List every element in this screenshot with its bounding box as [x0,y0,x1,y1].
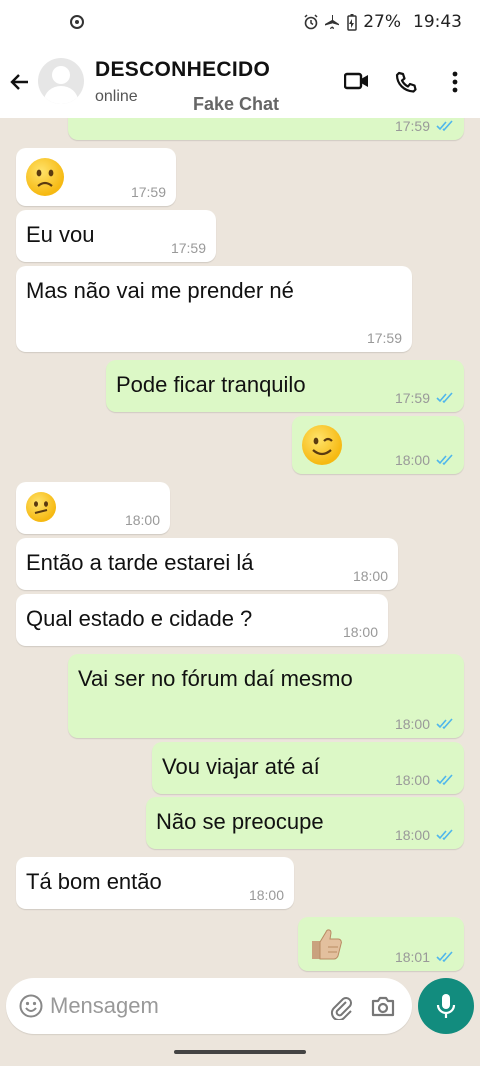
chat-header: DESCONHECIDO online Fake Chat [0,46,480,118]
message-time: 17:59 [130,184,166,200]
message-time: 18:00 [124,512,160,528]
alarm-icon [304,14,318,30]
status-indicators: 27% 19:43 [303,12,462,32]
message-text: Mas não vai me prender né [26,278,294,303]
message-bubble-incoming[interactable]: Tá bom então 18:00 [16,857,294,909]
message-bubble-outgoing[interactable]: 17:59 [68,118,464,140]
read-ticks-icon [436,120,453,132]
message-bubble-incoming[interactable]: Qual estado e cidade ? 18:00 [16,594,388,646]
watermark: Fake Chat [193,94,280,114]
message-text: Tá bom então [26,869,162,894]
message-text: Pode ficar tranquilo [116,372,306,397]
message-time: 18:00 [342,624,378,640]
message-text: Não se preocupe [156,809,324,834]
status-bar: 27% 19:43 [0,0,480,46]
message-bubble-incoming[interactable]: 17:59 [16,148,176,206]
message-time: 17:59 [366,330,402,346]
emoji-icon[interactable] [18,993,44,1019]
slightly-frowning-face-emoji-icon [26,158,64,196]
message-time: 18:00 [394,827,430,843]
message-bubble-incoming[interactable]: 18:00 [16,482,170,534]
gesture-nav-handle[interactable] [174,1050,306,1054]
message-time: 18:00 [248,887,284,903]
read-ticks-icon [436,718,453,730]
more-options-icon[interactable] [446,70,464,94]
message-bubble-outgoing[interactable]: Pode ficar tranquilo 17:59 [106,360,464,412]
message-time: 18:00 [394,452,430,468]
back-arrow-icon[interactable] [8,70,32,94]
message-text: Vou viajar até aí [162,754,320,779]
chat-area[interactable]: 17:59 17:59 Eu vou 17:59 Mas não vai me … [0,118,480,978]
contact-status: online [95,88,138,105]
attach-icon[interactable] [328,994,354,1020]
message-time: 17:59 [394,118,430,134]
airplane-icon [325,15,340,29]
battery-percent: 27% [363,12,401,32]
read-ticks-icon [436,774,453,786]
read-ticks-icon [436,829,453,841]
winking-face-emoji-icon [302,425,342,465]
message-bubble-outgoing[interactable]: Vou viajar até aí 18:00 [152,742,464,794]
phone-call-icon[interactable] [394,70,418,94]
battery-icon [347,13,357,31]
microphone-icon [436,994,456,1018]
read-ticks-icon [436,392,453,404]
message-text: Eu vou [26,222,95,247]
read-ticks-icon [436,454,453,466]
message-time: 18:00 [394,772,430,788]
message-bubble-outgoing[interactable]: Vai ser no fórum daí mesmo 18:00 [68,654,464,738]
message-input[interactable]: Mensagem [50,993,159,1019]
message-time: 18:00 [394,716,430,732]
message-bubble-incoming[interactable]: Eu vou 17:59 [16,210,216,262]
message-time: 17:59 [170,240,206,256]
voice-message-button[interactable] [418,978,474,1034]
clock: 19:43 [413,12,462,32]
message-bubble-outgoing[interactable]: Não se preocupe 18:00 [146,797,464,849]
message-text: Vai ser no fórum daí mesmo [78,666,353,691]
message-bubble-outgoing[interactable]: 18:01 [298,917,464,971]
message-time: 18:00 [352,568,388,584]
message-input-bar[interactable]: Mensagem [6,978,412,1034]
message-bubble-incoming[interactable]: Mas não vai me prender né 17:59 [16,266,412,352]
message-text: Então a tarde estarei lá [26,550,254,575]
read-ticks-icon [436,951,453,963]
message-bubble-incoming[interactable]: Então a tarde estarei lá 18:00 [16,538,398,590]
message-text: Qual estado e cidade ? [26,606,253,631]
message-time: 18:01 [394,949,430,965]
contact-name[interactable]: DESCONHECIDO [95,58,270,82]
message-time: 17:59 [394,390,430,406]
message-bubble-outgoing[interactable]: 18:00 [292,416,464,474]
video-call-icon[interactable] [344,70,370,92]
thumbs-up-emoji-icon [312,929,342,960]
camera-icon[interactable] [370,994,396,1018]
avatar[interactable] [38,58,84,104]
location-icon [70,15,84,29]
confused-face-emoji-icon [26,492,56,522]
